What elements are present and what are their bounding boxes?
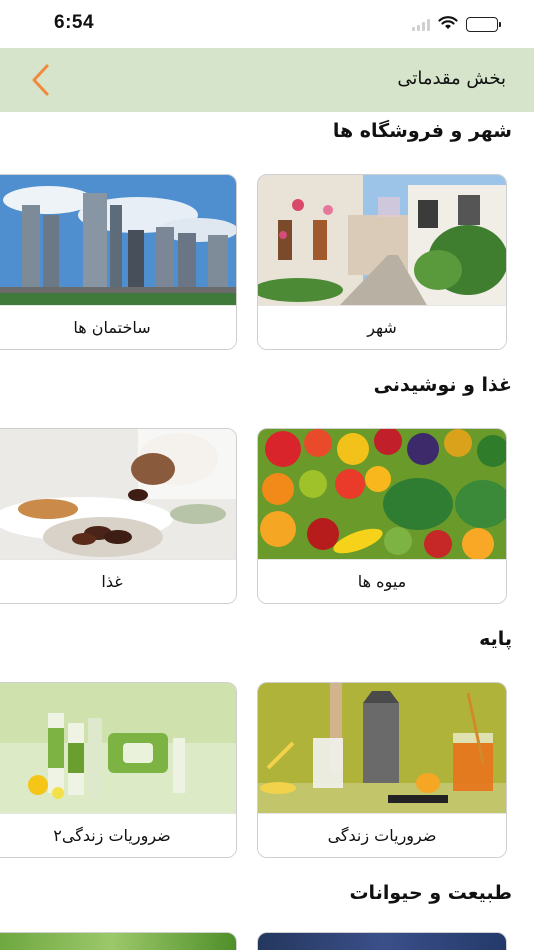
- card-city[interactable]: شهر: [257, 174, 507, 350]
- section-title-nature: طبیعت و حیوانات: [349, 882, 512, 904]
- status-bar: 6:54: [0, 0, 534, 48]
- skyscrapers-image: [0, 175, 236, 307]
- status-icons: [412, 15, 501, 34]
- dates-food-image: [0, 429, 236, 561]
- card-label: ساختمان ها: [0, 305, 236, 349]
- page-title: بخش مقدماتی: [397, 68, 506, 89]
- back-button[interactable]: [20, 60, 60, 100]
- card-buildings[interactable]: ساختمان ها: [0, 174, 237, 350]
- card-food[interactable]: غذا: [0, 428, 237, 604]
- status-time: 6:54: [54, 12, 95, 33]
- card-life-essentials-2[interactable]: ضروریات زندگی۲: [0, 682, 237, 858]
- card-animals-peek[interactable]: [0, 932, 237, 950]
- card-fruits[interactable]: میوه ها: [257, 428, 507, 604]
- section-title-basic: پایه: [479, 628, 512, 650]
- kitchen-tools-image: [258, 683, 506, 815]
- battery-icon: [466, 17, 501, 32]
- section-title-food: غذا و نوشیدنی: [373, 374, 512, 396]
- app-header: بخش مقدماتی: [0, 48, 534, 112]
- card-nature-peek[interactable]: [257, 932, 507, 950]
- card-label: غذا: [0, 559, 236, 603]
- card-label: میوه ها: [258, 559, 506, 603]
- city-street-image: [258, 175, 506, 307]
- card-label: ضروریات زندگی: [258, 813, 506, 857]
- signal-icon: [412, 18, 430, 31]
- card-label: ضروریات زندگی۲: [0, 813, 236, 857]
- fruits-image: [258, 429, 506, 561]
- category-list[interactable]: شهر و فروشگاه ها شهر ساختمان ها غذا و نو…: [0, 112, 534, 950]
- section-title-city: شهر و فروشگاه ها: [332, 120, 512, 142]
- chevron-left-icon: [32, 64, 49, 96]
- card-life-essentials[interactable]: ضروریات زندگی: [257, 682, 507, 858]
- cosmetics-image: [0, 683, 236, 815]
- card-label: شهر: [258, 305, 506, 349]
- wifi-icon: [438, 15, 458, 34]
